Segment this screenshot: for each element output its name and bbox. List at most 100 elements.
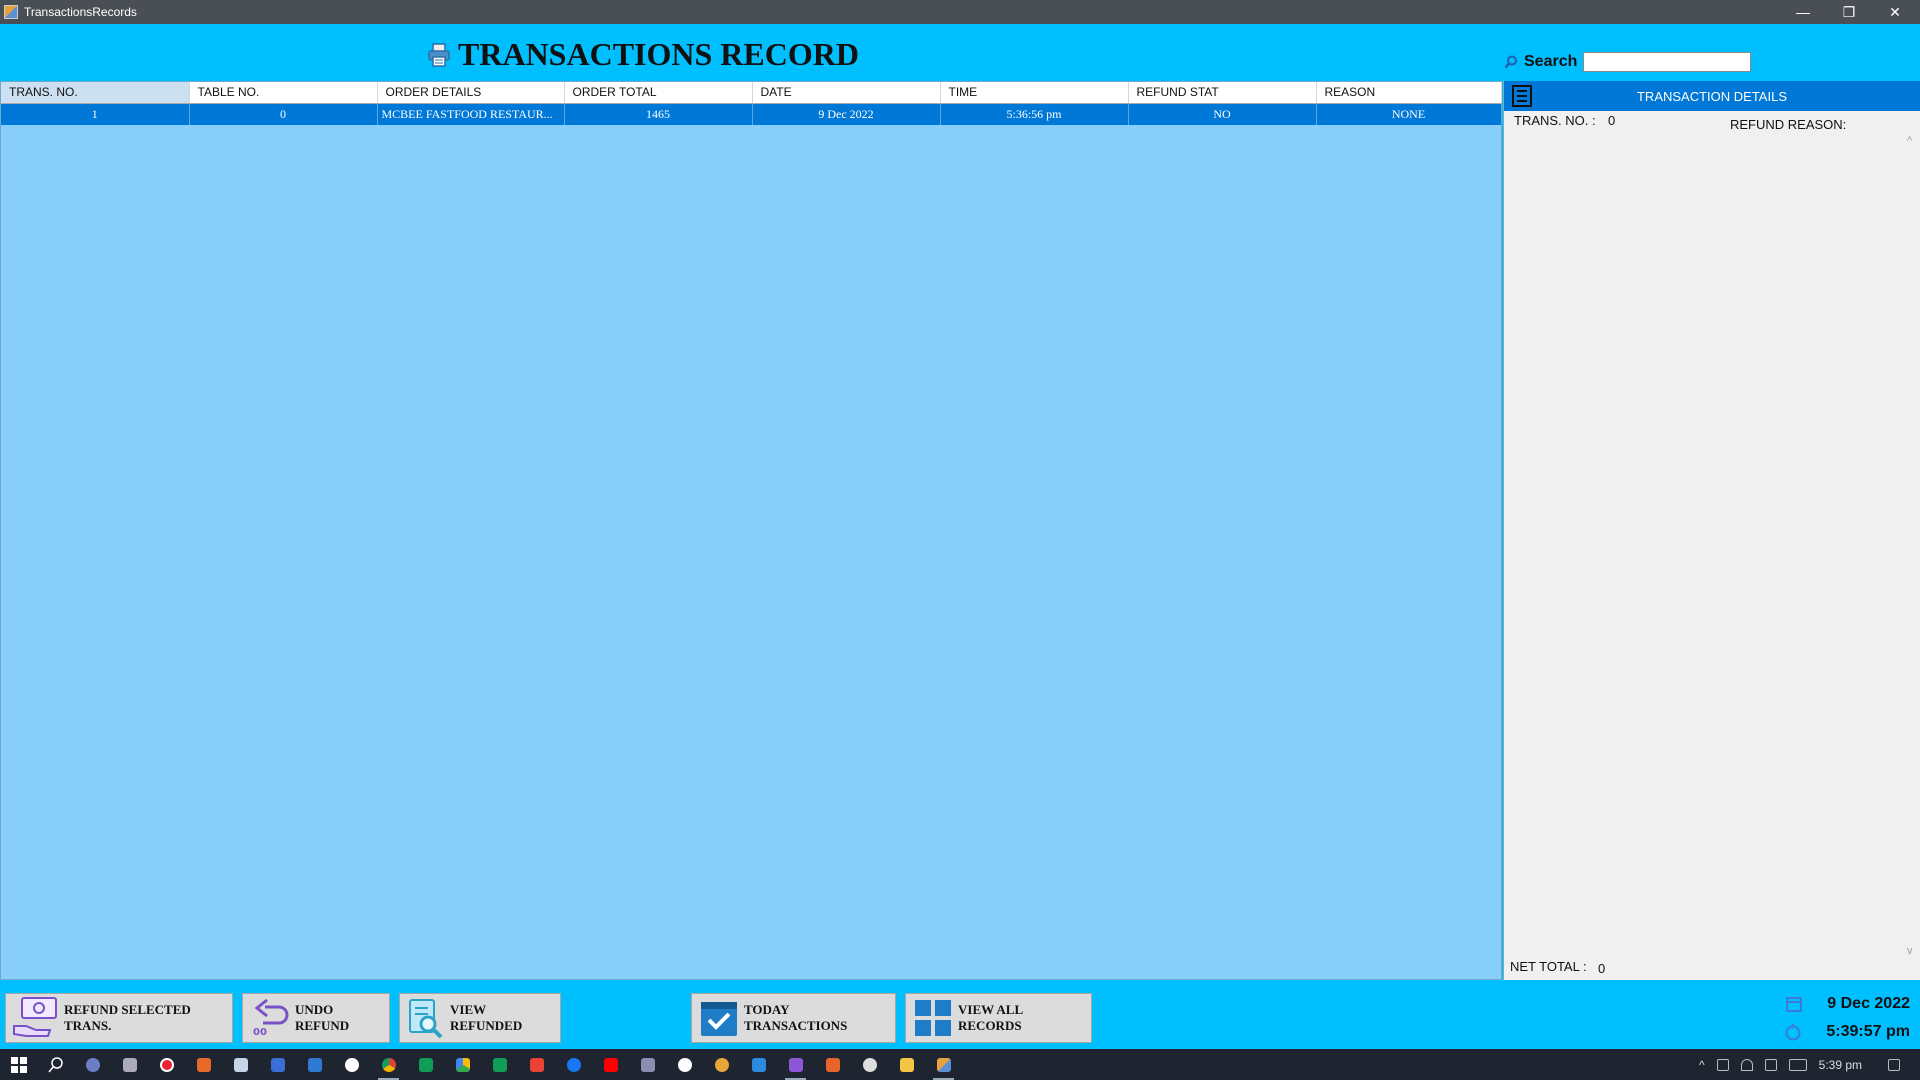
window-titlebar: TransactionsRecords — ❐ ✕	[0, 0, 1920, 24]
column-header[interactable]: TIME	[940, 82, 1129, 104]
grid-icon	[915, 1000, 951, 1036]
column-header[interactable]: ORDER TOTAL	[564, 82, 753, 104]
column-header[interactable]: TRANS. NO.	[1, 82, 190, 104]
column-header[interactable]: DATE	[752, 82, 941, 104]
view-all-records-button[interactable]: VIEW ALL RECORDS	[905, 993, 1092, 1043]
table-cell[interactable]: MCBEE FASTFOOD RESTAUR...	[377, 103, 565, 125]
calendar-check-icon	[701, 1002, 737, 1036]
refund-selected-button[interactable]: REFUND SELECTED TRANS.	[5, 993, 233, 1043]
table-row[interactable]: 1 0 MCBEE FASTFOOD RESTAUR... 1465 9 Dec…	[1, 103, 1502, 125]
refund-reason-label: REFUND REASON:	[1730, 117, 1847, 132]
app-icon	[4, 5, 18, 19]
transactions-grid[interactable]: TRANS. NO. TABLE NO. ORDER DETAILS ORDER…	[0, 81, 1502, 980]
app-icon[interactable]	[111, 1049, 148, 1080]
youtube-icon[interactable]	[592, 1049, 629, 1080]
chrome-icon[interactable]	[370, 1049, 407, 1080]
calendar-icon	[1786, 997, 1803, 1012]
drive-icon[interactable]	[444, 1049, 481, 1080]
sheets-icon[interactable]	[481, 1049, 518, 1080]
refund-selected-label: REFUND SELECTED TRANS.	[64, 1002, 191, 1033]
meet-icon[interactable]	[407, 1049, 444, 1080]
file-explorer-icon[interactable]	[888, 1049, 925, 1080]
scroll-up-icon[interactable]: ^	[1907, 135, 1912, 147]
scroll-down-icon[interactable]: v	[1907, 945, 1913, 957]
column-header[interactable]: REASON	[1316, 82, 1502, 104]
translate-icon[interactable]	[259, 1049, 296, 1080]
window-title: TransactionsRecords	[24, 5, 137, 19]
today-transactions-button[interactable]: TODAY TRANSACTIONS	[691, 993, 896, 1043]
document-search-icon	[409, 999, 443, 1039]
trans-no-value: 0	[1608, 113, 1616, 128]
transaction-details-panel: TRANSACTION DETAILS TRANS. NO. : 0 REFUN…	[1503, 81, 1920, 980]
trans-no-label: TRANS. NO. :	[1514, 113, 1596, 128]
search-label: Search	[1524, 53, 1578, 70]
volume-icon[interactable]	[1764, 1058, 1777, 1071]
page-title: TRANSACTIONS RECORD	[458, 36, 859, 72]
stopwatch-icon	[1785, 1024, 1801, 1041]
view-refunded-label: VIEW REFUNDED	[450, 1002, 523, 1033]
todo-icon[interactable]	[296, 1049, 333, 1080]
view-refunded-button[interactable]: VIEW REFUNDED	[399, 993, 561, 1043]
battery-icon[interactable]	[1716, 1058, 1729, 1071]
search-area: Search	[1504, 52, 1752, 72]
today-transactions-label: TODAY TRANSACTIONS	[744, 1002, 848, 1033]
settings-icon[interactable]	[851, 1049, 888, 1080]
page-title-group: TRANSACTIONS RECORD	[428, 36, 859, 73]
table-cell[interactable]: 1465	[564, 103, 753, 125]
printer-icon	[428, 42, 450, 67]
cortana-icon[interactable]	[74, 1049, 111, 1080]
vscode-icon[interactable]	[740, 1049, 777, 1080]
refund-hand-icon	[13, 997, 57, 1037]
undo-icon: 00	[253, 998, 289, 1038]
column-header[interactable]: TABLE NO.	[189, 82, 378, 104]
net-total-value: 0	[1598, 961, 1606, 976]
google-icon[interactable]	[333, 1049, 370, 1080]
table-cell[interactable]: 1	[1, 103, 190, 125]
close-button[interactable]: ✕	[1872, 0, 1918, 24]
visual-studio-icon[interactable]	[777, 1049, 814, 1080]
app-icon[interactable]	[814, 1049, 851, 1080]
notification-icon[interactable]	[1888, 1058, 1900, 1071]
view-all-records-label: VIEW ALL RECORDS	[958, 1002, 1023, 1033]
transactions-table: TRANS. NO. TABLE NO. ORDER DETAILS ORDER…	[1, 82, 1502, 125]
app-icon[interactable]	[666, 1049, 703, 1080]
column-header[interactable]: REFUND STAT	[1128, 82, 1317, 104]
table-cell[interactable]: NONE	[1316, 103, 1502, 125]
notes-icon[interactable]	[222, 1049, 259, 1080]
restore-button[interactable]: ❐	[1826, 0, 1872, 24]
table-cell[interactable]: NO	[1128, 103, 1317, 125]
windows-taskbar: ^ 5:39 pm	[0, 1049, 1920, 1080]
search-input[interactable]	[1583, 52, 1752, 72]
header-bar: TRANSACTIONS RECORD Search	[0, 24, 1920, 80]
system-tray: ^ 5:39 pm	[1699, 1049, 1920, 1080]
wifi-icon[interactable]	[1740, 1058, 1753, 1071]
app-icon[interactable]	[185, 1049, 222, 1080]
column-header[interactable]: ORDER DETAILS	[377, 82, 565, 104]
svg-text:00: 00	[253, 1027, 267, 1038]
chevron-up-icon[interactable]: ^	[1699, 1058, 1705, 1072]
table-header-row: TRANS. NO. TABLE NO. ORDER DETAILS ORDER…	[1, 82, 1502, 104]
search-icon[interactable]	[37, 1049, 74, 1080]
app-icon[interactable]	[629, 1049, 666, 1080]
details-title: TRANSACTION DETAILS	[1636, 88, 1787, 104]
list-icon	[1512, 85, 1532, 107]
table-cell[interactable]: 0	[189, 103, 378, 125]
undo-refund-button[interactable]: 00 UNDO REFUND	[242, 993, 390, 1043]
clock-panel: 9 Dec 2022 5:39:57 pm	[1784, 990, 1910, 1046]
taskbar-clock[interactable]: 5:39 pm	[1819, 1058, 1862, 1072]
details-header: TRANSACTION DETAILS	[1504, 81, 1920, 111]
search-icon	[1504, 55, 1517, 69]
undo-refund-label: UNDO REFUND	[295, 1002, 350, 1033]
start-icon[interactable]	[0, 1049, 37, 1080]
record-icon[interactable]	[148, 1049, 185, 1080]
table-cell[interactable]: 9 Dec 2022	[752, 103, 941, 125]
facebook-icon[interactable]	[555, 1049, 592, 1080]
table-cell[interactable]: 5:36:56 pm	[940, 103, 1129, 125]
gmail-icon[interactable]	[518, 1049, 555, 1080]
minimize-button[interactable]: —	[1780, 0, 1826, 24]
keyboard-icon[interactable]	[1788, 1058, 1807, 1071]
transactions-app-icon[interactable]	[925, 1049, 962, 1080]
app-icon[interactable]	[703, 1049, 740, 1080]
clock-time: 5:39:57 pm	[1826, 1023, 1910, 1040]
details-scrollbar[interactable]: ^ v	[1904, 135, 1920, 957]
